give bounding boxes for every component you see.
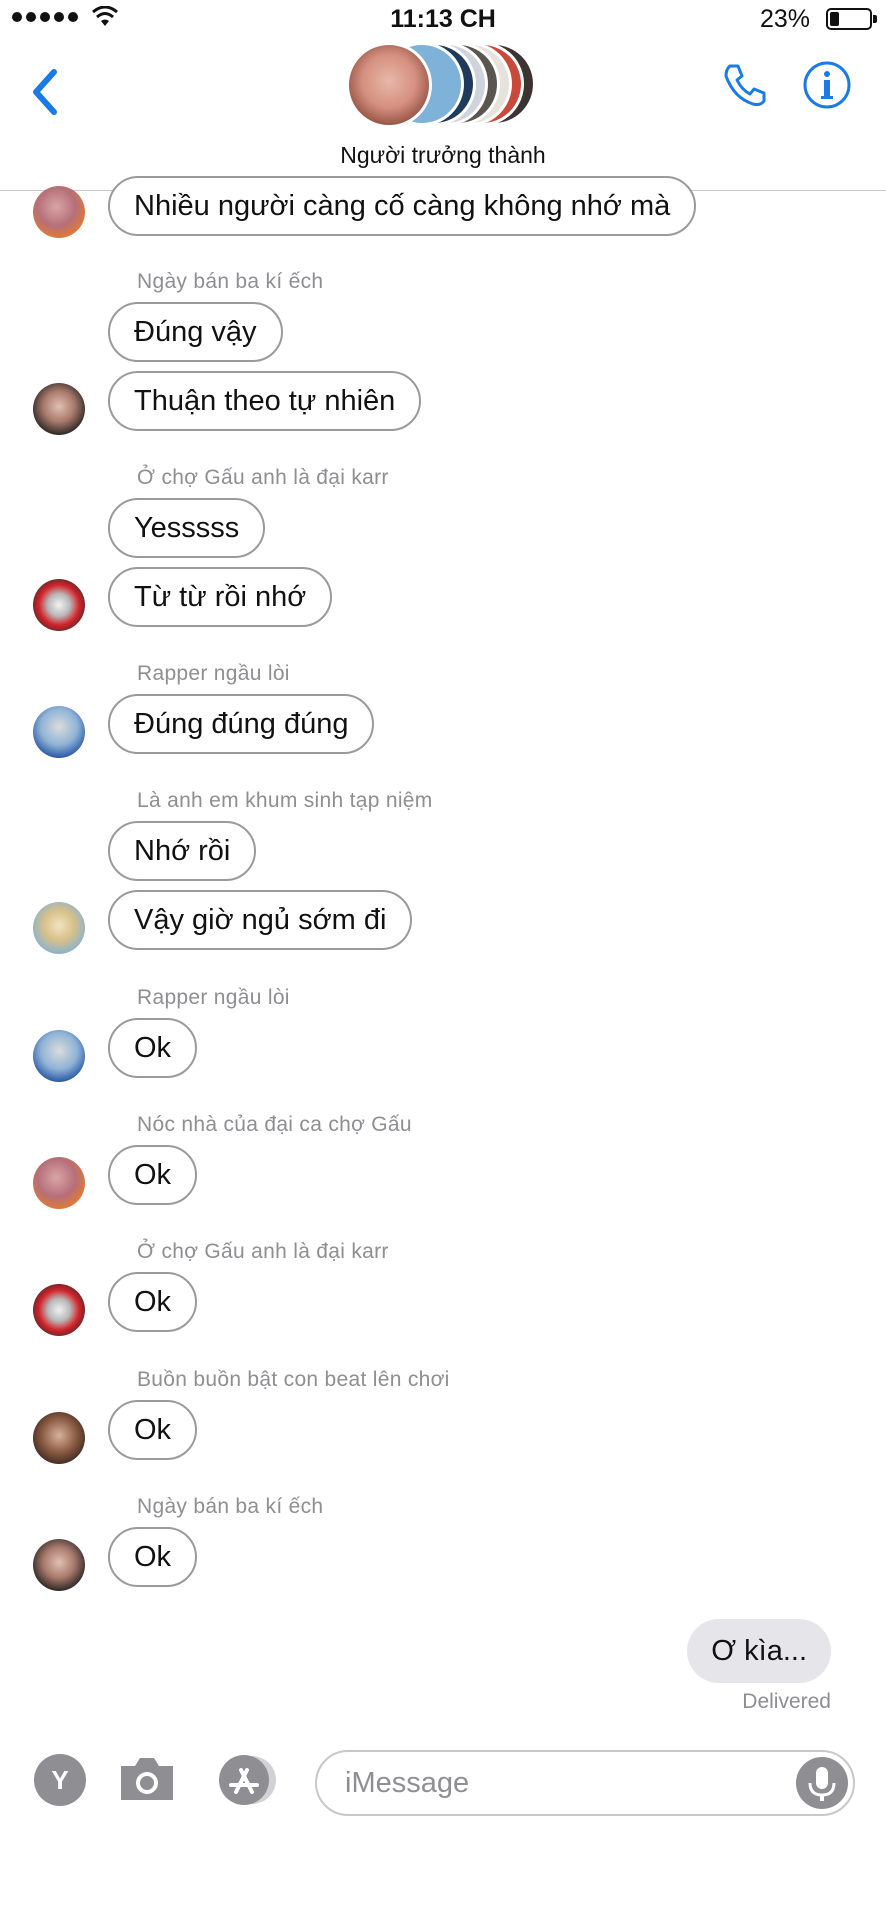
sender-avatar[interactable]	[33, 902, 85, 954]
battery-tip	[873, 15, 877, 23]
group-name[interactable]: Người trưởng thành	[0, 142, 886, 169]
sender-name: Rapper ngầu lòi	[137, 986, 290, 1009]
battery-percent: 23%	[759, 5, 810, 33]
message-bubble[interactable]: Nhớ rồi	[108, 821, 257, 881]
camera-icon[interactable]	[117, 1752, 177, 1804]
message-bubble[interactable]: Ok	[108, 1527, 198, 1587]
sender-name: Nóc nhà của đại ca chợ Gấu	[137, 1113, 412, 1136]
back-chevron-icon[interactable]	[26, 64, 66, 120]
y-app-button[interactable]: Y	[34, 1754, 86, 1806]
clock: 11:13 CH	[390, 5, 496, 33]
sender-name: Buồn buồn bật con beat lên chơi	[137, 1368, 450, 1391]
message-bubble[interactable]: Ok	[108, 1400, 198, 1460]
sender-name: Ngày bán ba kí ếch	[137, 270, 324, 293]
conversation-header: Người trưởng thành	[0, 38, 886, 191]
message-bubble[interactable]: Ok	[108, 1272, 198, 1332]
sender-avatar[interactable]	[33, 1412, 85, 1464]
message-bubble[interactable]: Nhiều người càng cố càng không nhớ mà	[108, 176, 697, 236]
group-avatar-stack[interactable]	[346, 42, 536, 132]
sender-avatar[interactable]	[33, 579, 85, 631]
delivery-status: Delivered	[742, 1690, 831, 1713]
microphone-button[interactable]	[796, 1757, 848, 1809]
status-bar: 11:13 CH 23%	[0, 0, 886, 40]
group-avatar-main	[346, 42, 432, 128]
sender-avatar[interactable]	[33, 706, 85, 758]
app-store-icon[interactable]	[214, 1752, 284, 1808]
message-input-placeholder: iMessage	[345, 1767, 470, 1799]
my-message-bubble[interactable]: Ơ kìa...	[687, 1619, 831, 1683]
message-bubble[interactable]: Ok	[108, 1018, 198, 1078]
sender-avatar[interactable]	[33, 186, 85, 238]
message-bubble[interactable]: Yesssss	[108, 498, 266, 558]
message-bubble[interactable]: Ok	[108, 1145, 198, 1205]
message-input[interactable]: iMessage	[315, 1750, 855, 1816]
info-icon[interactable]	[802, 60, 852, 110]
sender-avatar[interactable]	[33, 383, 85, 435]
sender-name: Rapper ngầu lòi	[137, 662, 290, 685]
sender-name: Là anh em khum sinh tạp niệm	[137, 789, 433, 812]
message-bubble[interactable]: Vậy giờ ngủ sớm đi	[108, 890, 413, 950]
battery-icon	[826, 8, 872, 30]
phone-icon[interactable]	[720, 60, 770, 110]
message-bubble[interactable]: Thuận theo tự nhiên	[108, 371, 422, 431]
sender-name: Ở chợ Gấu anh là đại karr	[137, 466, 389, 489]
sender-name: Ngày bán ba kí ếch	[137, 1495, 324, 1518]
sender-avatar[interactable]	[33, 1284, 85, 1336]
sender-avatar[interactable]	[33, 1157, 85, 1209]
microphone-icon	[808, 1767, 836, 1801]
message-bubble[interactable]: Đúng đúng đúng	[108, 694, 375, 754]
sender-name: Ở chợ Gấu anh là đại karr	[137, 1240, 389, 1263]
message-bubble[interactable]: Từ từ rồi nhớ	[108, 567, 333, 627]
compose-bar: Y iMessage	[0, 1740, 886, 1840]
message-bubble[interactable]: Đúng vậy	[108, 302, 283, 362]
sender-avatar[interactable]	[33, 1030, 85, 1082]
sender-avatar[interactable]	[33, 1539, 85, 1591]
